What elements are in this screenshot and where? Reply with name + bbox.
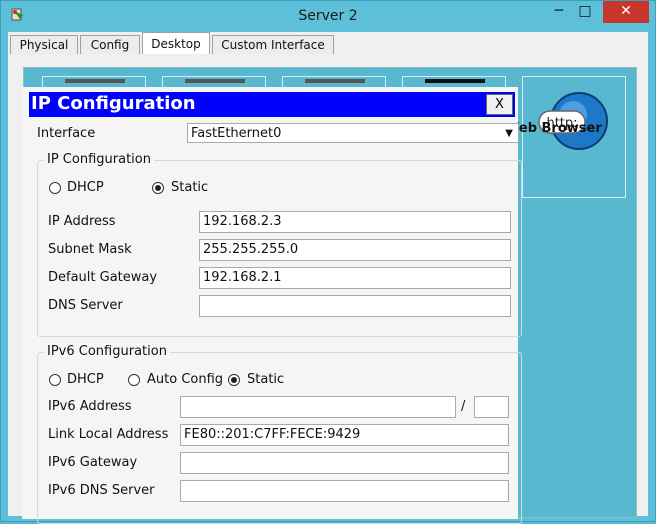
ipv6-auto-config-radio[interactable] bbox=[128, 374, 140, 386]
tab-custom-interface[interactable]: Custom Interface bbox=[212, 35, 334, 54]
interface-label: Interface bbox=[37, 126, 96, 141]
default-gateway-label: Default Gateway bbox=[48, 270, 158, 285]
ipv6-gateway-input[interactable] bbox=[180, 452, 509, 474]
ipv4-static-radio[interactable] bbox=[152, 182, 164, 194]
link-local-address-input[interactable]: FE80::201:C7FF:FECE:9429 bbox=[180, 424, 509, 446]
ipv4-group-title: IP Configuration bbox=[44, 152, 154, 167]
ipv4-dhcp-label: DHCP bbox=[67, 180, 104, 195]
close-window-button[interactable]: ✕ bbox=[603, 1, 649, 23]
ipv6-dhcp-radio[interactable] bbox=[49, 374, 61, 386]
ipv4-dhcp-radio[interactable] bbox=[49, 182, 61, 194]
ipv6-group-title: IPv6 Configuration bbox=[44, 344, 170, 359]
ipv6-address-input[interactable] bbox=[180, 396, 456, 418]
ipv6-static-radio[interactable] bbox=[228, 374, 240, 386]
ipv6-address-label: IPv6 Address bbox=[48, 399, 132, 414]
subnet-mask-input[interactable]: 255.255.255.0 bbox=[199, 239, 511, 261]
minimize-button[interactable]: ─ bbox=[546, 1, 572, 23]
ip-address-label: IP Address bbox=[48, 214, 116, 229]
tab-desktop[interactable]: Desktop bbox=[142, 32, 210, 55]
dialog-title-bar: IP Configuration X bbox=[29, 92, 515, 117]
ip-configuration-dialog: IP Configuration X Interface FastEtherne… bbox=[22, 87, 522, 524]
prefix-separator: / bbox=[461, 399, 466, 414]
tab-config[interactable]: Config bbox=[80, 35, 140, 54]
subnet-mask-label: Subnet Mask bbox=[48, 242, 132, 257]
tab-bar: Physical Config Desktop Custom Interface bbox=[8, 32, 648, 55]
dns-server-input[interactable] bbox=[199, 295, 511, 317]
title-bar: Server 2 ─ □ ✕ bbox=[1, 1, 655, 31]
ipv6-static-label: Static bbox=[247, 372, 285, 387]
ipv6-gateway-label: IPv6 Gateway bbox=[48, 455, 138, 470]
tab-physical[interactable]: Physical bbox=[10, 35, 78, 54]
ip-address-input[interactable]: 192.168.2.3 bbox=[199, 211, 511, 233]
maximize-button[interactable]: □ bbox=[572, 1, 598, 23]
chevron-down-icon: ▼ bbox=[505, 128, 513, 139]
ipv6-dhcp-label: DHCP bbox=[67, 372, 104, 387]
interface-select[interactable]: FastEthernet0 ▼ bbox=[187, 123, 519, 143]
ipv6-dns-server-label: IPv6 DNS Server bbox=[48, 483, 155, 498]
web-browser-label: Web Browser bbox=[505, 121, 602, 136]
ipv6-prefix-input[interactable] bbox=[474, 396, 509, 418]
ipv4-static-label: Static bbox=[171, 180, 209, 195]
ipv6-dns-server-input[interactable] bbox=[180, 480, 509, 502]
interface-value: FastEthernet0 bbox=[191, 126, 282, 141]
default-gateway-input[interactable]: 192.168.2.1 bbox=[199, 267, 511, 289]
ipv6-auto-config-label: Auto Config bbox=[147, 372, 224, 387]
link-local-address-label: Link Local Address bbox=[48, 427, 169, 442]
dialog-title: IP Configuration bbox=[31, 93, 196, 114]
dns-server-label: DNS Server bbox=[48, 298, 123, 313]
web-browser-tile[interactable]: http: bbox=[522, 76, 626, 198]
dialog-close-button[interactable]: X bbox=[486, 94, 513, 115]
